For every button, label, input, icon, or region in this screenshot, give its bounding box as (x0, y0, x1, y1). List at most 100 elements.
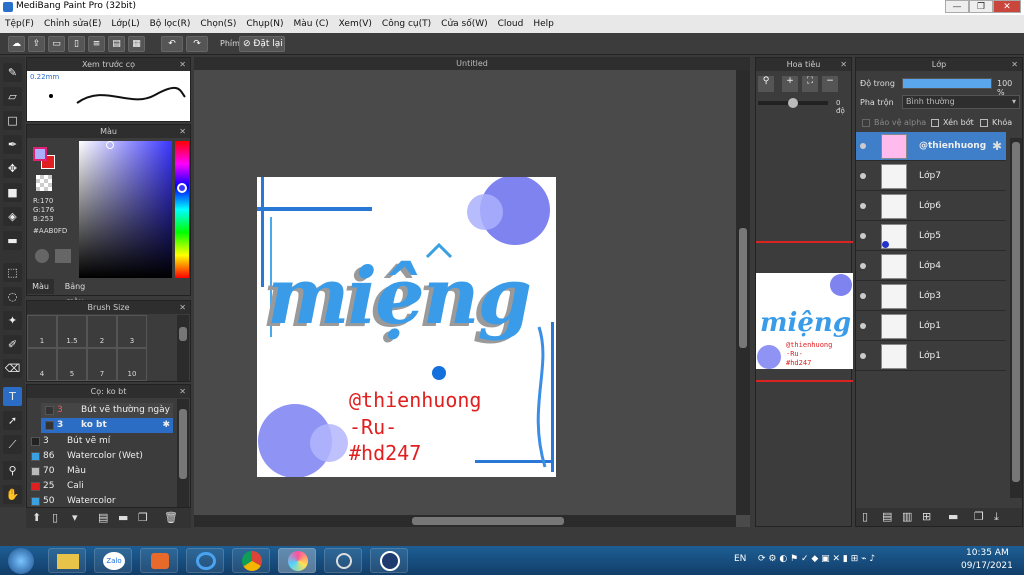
tab-color[interactable]: Màu (27, 279, 54, 294)
menu-tools[interactable]: Công cụ(T) (377, 15, 436, 33)
scroll-thumb[interactable] (412, 517, 564, 525)
brush-item[interactable]: 70 Màu (27, 464, 175, 479)
opacity-slider[interactable] (902, 78, 992, 89)
transparent-swatch[interactable] (36, 175, 52, 191)
tab-palette[interactable]: Bảng màu (55, 279, 95, 306)
media-player-icon[interactable] (140, 548, 178, 573)
gradient-icon[interactable]: ▬ (3, 231, 22, 250)
menu-help[interactable]: Help (528, 15, 559, 33)
size-cell[interactable]: 1.5 (57, 315, 87, 348)
brush-item[interactable]: 50 Watercolor (27, 494, 175, 507)
eye-icon[interactable] (860, 143, 866, 149)
menu-view[interactable]: Xem(V) (334, 15, 377, 33)
layer-row[interactable]: Lớp6 (856, 192, 1006, 221)
zoom-out-icon[interactable]: − (822, 76, 838, 92)
zoom-in-icon[interactable]: + (782, 76, 798, 92)
close-icon[interactable]: ✕ (840, 58, 847, 71)
zalo-icon[interactable]: Zalo (94, 548, 132, 573)
brush-item[interactable]: 3 Bút vẽ mí (27, 434, 175, 449)
cloud-icon[interactable]: ☁ (8, 36, 25, 52)
zoom-icon[interactable]: ⚲ (758, 76, 774, 92)
add-layer-menu-icon[interactable]: ⊞ (922, 510, 931, 523)
size-cell[interactable]: 3 (117, 315, 147, 348)
color-picker-handle[interactable] (106, 141, 114, 149)
scroll-thumb[interactable] (1012, 142, 1020, 482)
hand-icon[interactable]: ✋ (3, 485, 22, 504)
eraser-icon[interactable]: ▱ (3, 87, 22, 106)
brush-item-selected[interactable]: 3 ko bt ✱ (41, 418, 173, 433)
copy-icon[interactable]: ❐ (138, 511, 148, 524)
document-icon[interactable]: ≡ (88, 36, 105, 52)
eye-icon[interactable] (860, 233, 866, 239)
brush-menu-icon[interactable]: ▾ (72, 511, 78, 524)
menu-color[interactable]: Màu (C) (289, 15, 334, 33)
close-icon[interactable]: ✕ (179, 125, 186, 138)
canvas-tab[interactable]: Untitled (194, 57, 750, 70)
clock-time[interactable]: 10:35 AM (966, 548, 1009, 558)
size-cell[interactable]: 10 (117, 348, 147, 381)
ie-icon[interactable] (186, 548, 224, 573)
brush-item[interactable]: 25 Cali (27, 479, 175, 494)
menu-snap[interactable]: Chụp(N) (241, 15, 288, 33)
fit-icon[interactable]: ⛶ (802, 76, 818, 92)
menu-window[interactable]: Cửa số(W) (436, 15, 492, 33)
close-icon[interactable]: ✕ (179, 385, 186, 398)
redo-icon[interactable]: ↷ (186, 36, 208, 52)
menu-layer[interactable]: Lớp(L) (106, 15, 144, 33)
ccleaner-icon[interactable] (370, 548, 408, 573)
new-file-icon[interactable]: ▯ (68, 36, 85, 52)
menu-cloud[interactable]: Cloud (493, 15, 529, 33)
saturation-value-picker[interactable] (79, 141, 172, 278)
clock-date[interactable]: 09/17/2021 (961, 561, 1013, 571)
scroll-thumb[interactable] (739, 228, 747, 348)
scroll-thumb[interactable] (179, 409, 187, 479)
add-brush-icon[interactable]: ⬆ (32, 511, 41, 524)
settings-doc-icon[interactable]: ▤ (108, 36, 125, 52)
blend-mode-select[interactable]: Bình thường ▾ (902, 95, 1020, 109)
eye-icon[interactable] (860, 263, 866, 269)
layer-row[interactable]: Lớp5 (856, 222, 1006, 251)
layer-row[interactable]: Lớp7 (856, 162, 1006, 191)
eye-icon[interactable] (860, 173, 866, 179)
new-8bit-layer-icon[interactable]: ▥ (902, 510, 912, 523)
undo-icon[interactable]: ↶ (161, 36, 183, 52)
layer-row[interactable]: Lớp1 (856, 312, 1006, 341)
brush-icon[interactable]: ✎ (3, 63, 22, 82)
chrome-icon[interactable] (232, 548, 270, 573)
grid-icon[interactable]: ▦ (128, 36, 145, 52)
clipping-checkbox[interactable] (931, 119, 939, 127)
minimize-button[interactable]: — (945, 0, 969, 13)
layer-row-selected[interactable]: @thienhuong ✱ (856, 132, 1006, 161)
trash-icon[interactable]: 🗑 (164, 511, 178, 524)
drawing-canvas[interactable]: miệng @thienhuong -Ru- #hd247 (257, 177, 556, 477)
close-icon[interactable]: ✕ (179, 301, 186, 314)
pen-icon[interactable]: ✒ (3, 135, 22, 154)
language-indicator[interactable]: EN (734, 554, 746, 564)
new-layer-icon[interactable]: ▯ (862, 510, 868, 523)
bucket-icon[interactable]: ◈ (3, 207, 22, 226)
line-pen-icon[interactable]: ⟋ (3, 435, 22, 454)
menu-file[interactable]: Tệp(F) (0, 15, 39, 33)
merge-icon[interactable]: ⤓ (994, 510, 999, 524)
select-pen-icon[interactable]: ✐ (3, 335, 22, 354)
canvas-hscroll[interactable] (194, 515, 736, 527)
new-halftone-layer-icon[interactable]: ▤ (882, 510, 892, 523)
eye-icon[interactable] (860, 203, 866, 209)
scroll-thumb[interactable] (179, 327, 187, 341)
gear-icon[interactable]: ✱ (992, 139, 1002, 153)
size-cell[interactable]: 2 (87, 315, 117, 348)
close-icon[interactable]: ✕ (1011, 58, 1018, 71)
new-brush-icon[interactable]: ▯ (52, 511, 58, 524)
layer-scrollbar[interactable] (1010, 138, 1022, 498)
close-button[interactable]: ✕ (993, 0, 1021, 13)
brush-list-scrollbar[interactable] (177, 399, 189, 507)
hue-slider[interactable] (175, 141, 189, 278)
close-icon[interactable]: ✕ (179, 58, 186, 71)
chat-icon[interactable]: ▭ (48, 36, 65, 52)
folder-icon[interactable]: ▬ (948, 510, 958, 523)
size-cell[interactable]: 5 (57, 348, 87, 381)
gear-icon[interactable]: ✱ (162, 418, 170, 433)
rotation-slider[interactable] (758, 98, 828, 108)
medibang-taskbar-icon[interactable] (278, 548, 316, 573)
brush-size-scrollbar[interactable] (177, 315, 189, 381)
